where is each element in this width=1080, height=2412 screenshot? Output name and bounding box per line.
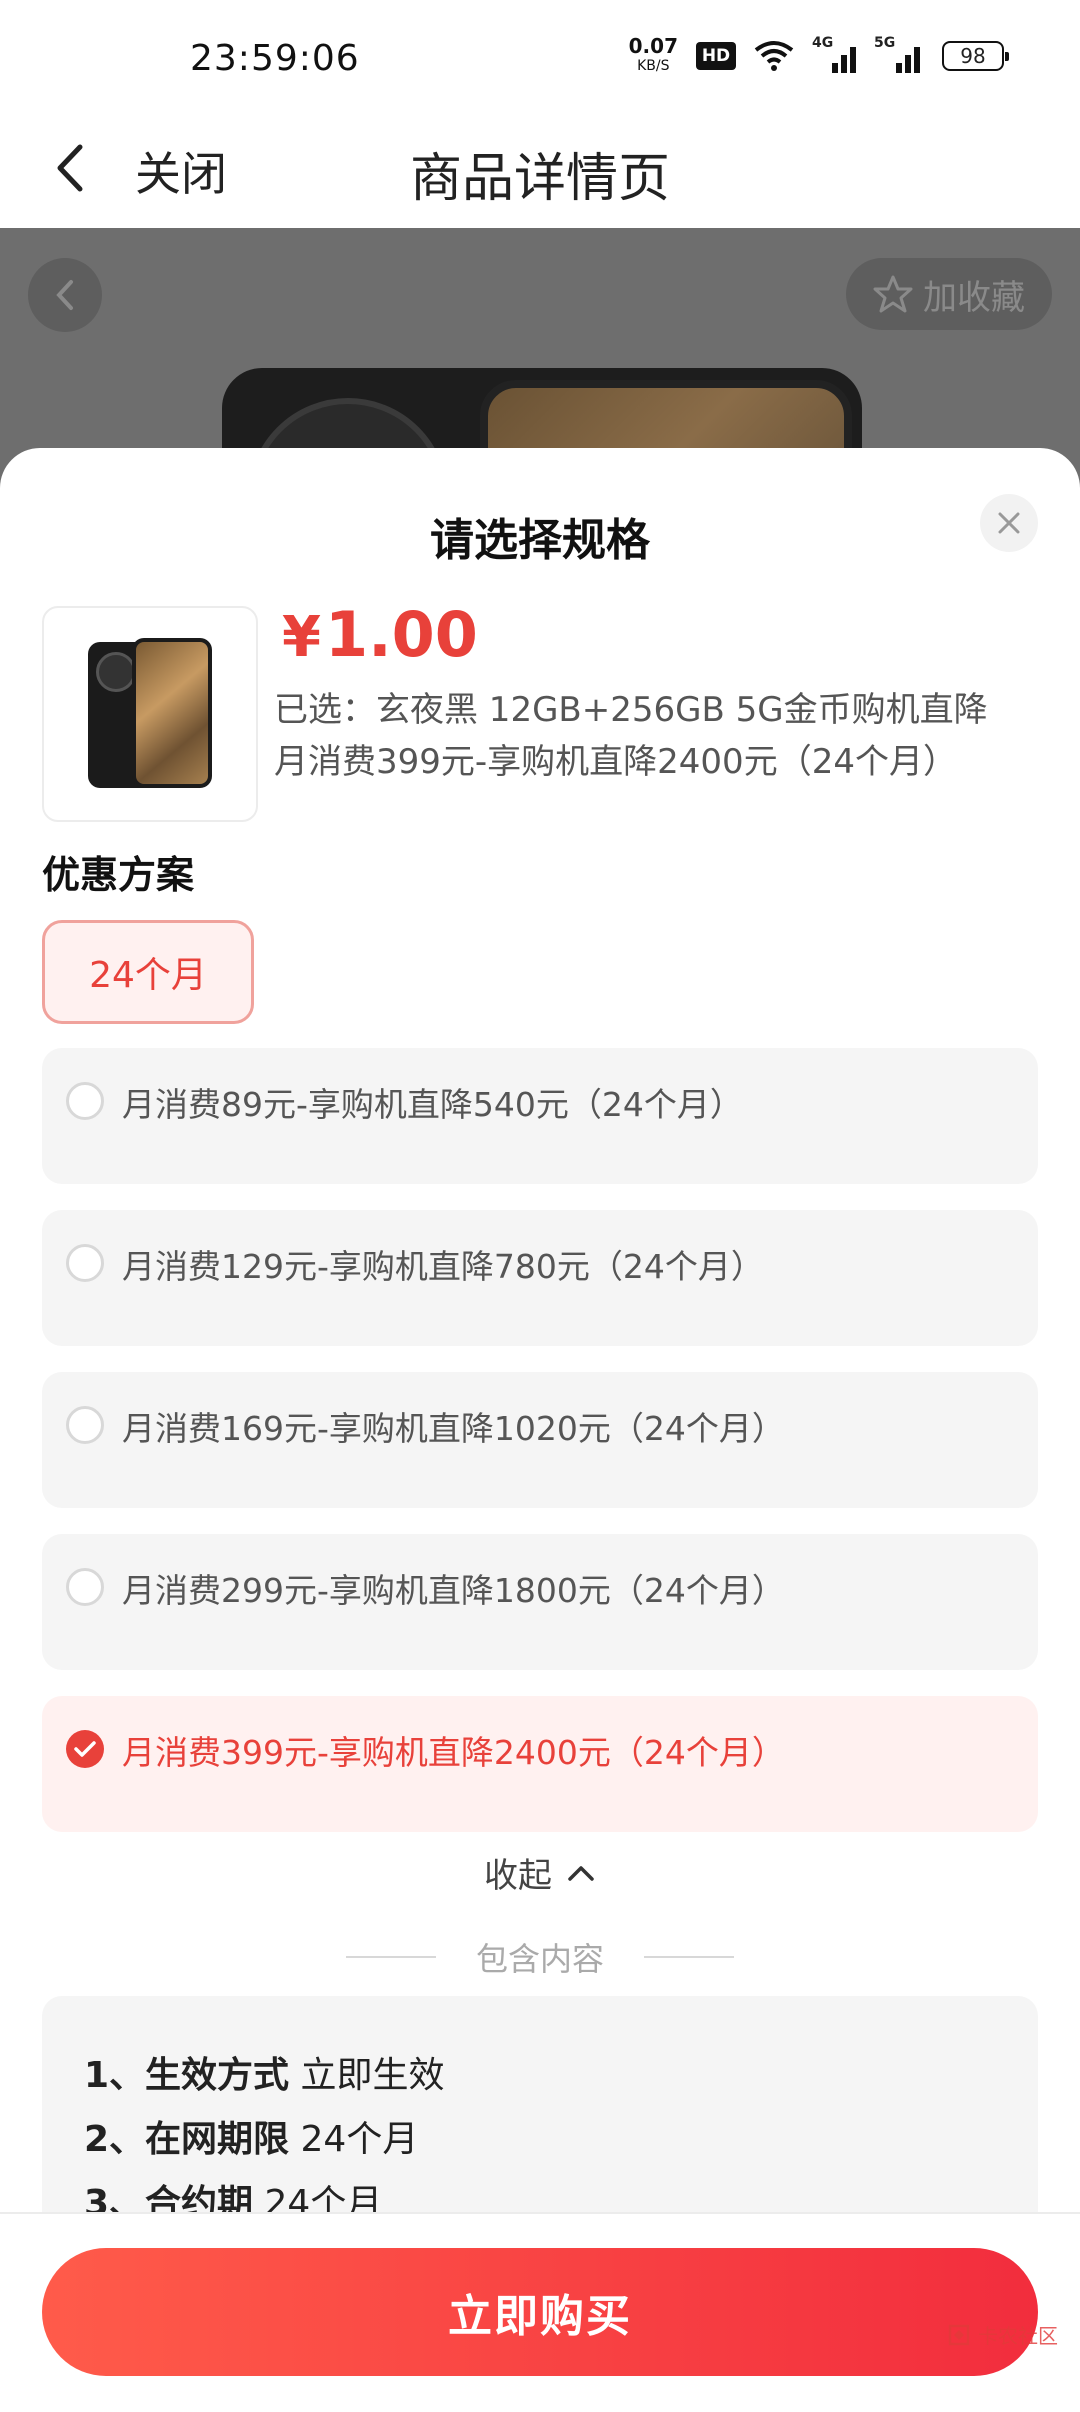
- battery-icon: 98: [942, 41, 1009, 71]
- chevron-left-icon: [56, 280, 73, 310]
- status-bar: 23:59:06 0.07 KB/S HD 4G 5G 98: [0, 0, 1080, 110]
- price: ¥1.00: [282, 598, 478, 671]
- plan-option[interactable]: 月消费89元-享购机直降540元（24个月）: [42, 1048, 1038, 1184]
- wifi-icon: [754, 41, 794, 71]
- signal-5g-icon: 5G: [874, 35, 924, 73]
- radio-unchecked-icon[interactable]: [66, 1568, 104, 1606]
- plan-option[interactable]: 月消费129元-享购机直降780元（24个月）: [42, 1210, 1038, 1346]
- radio-unchecked-icon[interactable]: [66, 1082, 104, 1120]
- chevron-up-icon: [568, 1865, 594, 1881]
- radio-unchecked-icon[interactable]: [66, 1244, 104, 1282]
- watermark: 卡农社区: [946, 2320, 1058, 2349]
- collapse-button[interactable]: 收起: [0, 1848, 1080, 1897]
- nav-bar: 关闭 商品详情页: [0, 110, 1080, 228]
- status-icons: 0.07 KB/S HD 4G 5G 98: [628, 34, 1009, 76]
- star-icon: [873, 275, 913, 313]
- bottom-bar: 立即购买 卡农社区: [0, 2212, 1080, 2412]
- status-time: 23:59:06: [190, 38, 360, 79]
- spec-sheet: 请选择规格 ¥1.00 已选：玄夜黑 12GB+256GB 5G金币购机直降 月…: [0, 448, 1080, 2412]
- price-value: 1.00: [324, 598, 478, 671]
- divider-line: [345, 1956, 436, 1958]
- phone-image: [88, 638, 212, 790]
- buy-now-button[interactable]: 立即购买: [42, 2248, 1038, 2376]
- detail-row: 1、生效方式 立即生效: [84, 2055, 445, 2096]
- hd-icon: HD: [696, 42, 736, 70]
- period-option-24-months[interactable]: 24个月: [42, 920, 254, 1024]
- divider-line: [644, 1956, 734, 1958]
- plan-option[interactable]: 月消费169元-享购机直降1020元（24个月）: [42, 1372, 1038, 1508]
- plan-option[interactable]: 月消费299元-享购机直降1800元（24个月）: [42, 1534, 1038, 1670]
- includes-divider: 包含内容: [0, 1934, 1080, 1980]
- watermark-logo-icon: [948, 2324, 970, 2345]
- section-title-offers: 优惠方案: [42, 853, 195, 897]
- background-back-button: [28, 258, 102, 332]
- product-thumbnail: [42, 606, 258, 822]
- radio-unchecked-icon[interactable]: [66, 1406, 104, 1444]
- close-icon: [998, 512, 1020, 534]
- sheet-title: 请选择规格: [430, 515, 650, 566]
- network-speed: 0.07 KB/S: [628, 34, 678, 74]
- radio-checked-icon[interactable]: [66, 1730, 104, 1768]
- selected-spec-text: 已选：玄夜黑 12GB+256GB 5G金币购机直降 月消费399元-享购机直降…: [274, 690, 988, 782]
- currency-symbol: ¥: [282, 605, 321, 670]
- plan-option-selected[interactable]: 月消费399元-享购机直降2400元（24个月）: [42, 1696, 1038, 1832]
- background-favorite-button: 加收藏: [846, 258, 1052, 330]
- page-title: 商品详情页: [409, 149, 670, 209]
- detail-row: 2、在网期限 24个月: [84, 2119, 419, 2160]
- signal-4g-icon: 4G: [812, 35, 856, 73]
- sheet-close-button[interactable]: [980, 494, 1038, 552]
